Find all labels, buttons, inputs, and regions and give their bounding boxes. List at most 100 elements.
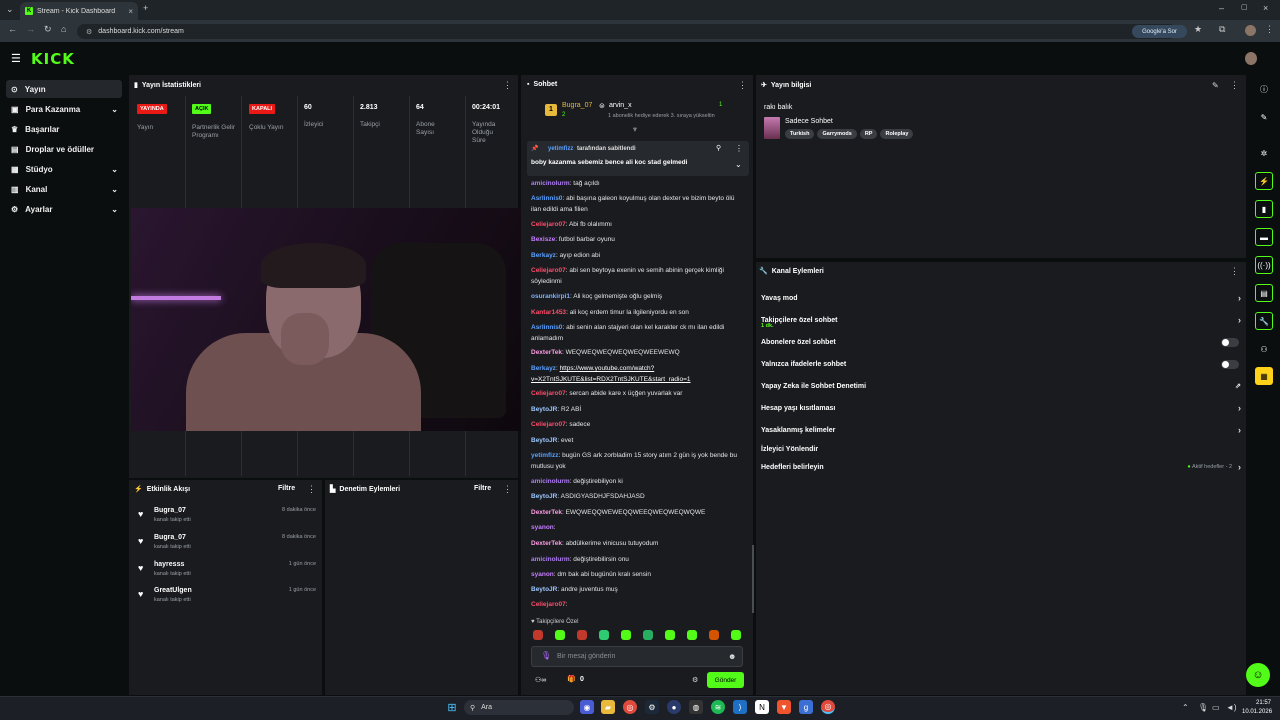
tray-network-icon[interactable]: ▭ [1212, 703, 1220, 712]
expand-chevron-icon[interactable]: ⩔ [633, 126, 637, 134]
microphone-icon[interactable]: 🎙 [541, 651, 551, 660]
rail-bolt-icon[interactable]: ⚡ [1255, 172, 1273, 190]
emote-icon[interactable] [731, 630, 741, 640]
obs-app-icon[interactable]: ◍ [689, 700, 703, 714]
chrome-app-icon[interactable]: ◎ [623, 700, 637, 714]
gift-target[interactable]: arvin_x [609, 102, 632, 109]
tray-volume-icon[interactable]: ◄) [1226, 703, 1237, 712]
chat-username[interactable]: Celiejaro07 [531, 421, 566, 428]
chat-username[interactable]: DexterTek [531, 349, 562, 356]
browser-tab[interactable]: K Stream - Kick Dashboard × [20, 2, 138, 20]
tab-list-chevron-icon[interactable]: ⌄ [6, 4, 14, 15]
chat-username[interactable]: BeytoJR [531, 406, 557, 413]
extensions-icon[interactable]: ⧉ [1219, 24, 1225, 35]
toggle-switch[interactable] [1221, 337, 1239, 347]
vscode-app-icon[interactable]: ⟩ [733, 700, 747, 714]
channel-action-row[interactable]: Takipçilere özel sohbet 1 dk. › [761, 312, 1241, 329]
chat-scrollbar[interactable] [752, 545, 754, 613]
activity-user[interactable]: GreatUlgen [154, 587, 192, 594]
channel-actions-menu-icon[interactable]: ⋮ [1230, 266, 1239, 277]
chat-username[interactable]: amicinolurm [531, 180, 570, 187]
forward-icon[interactable]: → [26, 24, 35, 34]
windows-start-icon[interactable]: ⊞ [445, 700, 459, 714]
activity-user[interactable]: Bugra_07 [154, 534, 186, 541]
gift-icon[interactable]: 🎁 [567, 675, 576, 683]
stats-menu-icon[interactable]: ⋮ [503, 80, 512, 91]
chat-username[interactable]: osurankirpi1 [531, 293, 570, 300]
maximize-icon[interactable]: ▢ [1241, 3, 1248, 11]
stream-tag[interactable]: Turkish [785, 129, 815, 139]
file-explorer-icon[interactable]: ▰ [601, 700, 615, 714]
stream-tag[interactable]: RP [859, 129, 878, 139]
send-button[interactable]: Gönder [707, 672, 744, 688]
chrome-active-icon[interactable]: ◎ [821, 700, 835, 714]
emote-icon[interactable] [621, 630, 631, 640]
chat-input[interactable]: 🎙 Bir mesaj gönderin ☻ [531, 646, 743, 667]
emote-icon[interactable] [709, 630, 719, 640]
activity-user[interactable]: Bugra_07 [154, 507, 186, 514]
sidebar-item-droplar[interactable]: ▤ Droplar ve ödüller [6, 140, 122, 158]
activity-user[interactable]: hayresss [154, 561, 184, 568]
address-input[interactable]: ⚙ dashboard.kick.com/stream [77, 24, 1177, 39]
support-chat-icon[interactable]: ☺ [1246, 663, 1270, 687]
chat-users-icon[interactable]: ⚇∞ [535, 676, 546, 684]
edit-icon[interactable]: ✎ [1255, 108, 1273, 126]
channel-action-row[interactable]: Yavaş mod › [761, 290, 1241, 306]
rail-wrench-icon[interactable]: 🔧 [1255, 312, 1273, 330]
activity-filter-button[interactable]: Filtre [278, 485, 295, 492]
channel-action-row[interactable]: Yalnızca ifadelerle sohbet [761, 356, 1241, 372]
generic-app-icon[interactable]: g [799, 700, 813, 714]
chat-username[interactable]: yetimfizz [531, 452, 558, 459]
app-icon[interactable]: ● [667, 700, 681, 714]
category-name[interactable]: Sadece Sohbet [785, 118, 833, 125]
chat-menu-icon[interactable]: ⋮ [738, 80, 747, 91]
close-tab-icon[interactable]: × [128, 7, 133, 16]
activity-menu-icon[interactable]: ⋮ [307, 484, 316, 495]
chat-username[interactable]: Celiejaro07 [531, 267, 566, 274]
tray-chevron-icon[interactable]: ⌃ [1182, 703, 1189, 712]
new-tab-icon[interactable]: + [143, 3, 148, 13]
minimize-icon[interactable]: – [1219, 3, 1224, 13]
rail-notes-icon[interactable]: ▦ [1255, 367, 1273, 385]
chat-username[interactable]: Celiejaro07 [531, 390, 566, 397]
channel-action-row[interactable]: Hesap yaşı kısıtlaması › [761, 400, 1241, 416]
chat-username[interactable]: BeytoJR [531, 493, 557, 500]
sidebar-item-studyo[interactable]: ▦ Stüdyo ⌄ [6, 160, 122, 178]
rail-chat-icon[interactable]: ▬ [1255, 228, 1273, 246]
browser-menu-icon[interactable]: ⋮ [1265, 24, 1274, 35]
unpin-icon[interactable]: ⚲ [716, 144, 721, 152]
chat-username[interactable]: Celiejaro07 [531, 601, 566, 608]
hamburger-menu-icon[interactable]: ☰ [11, 52, 21, 65]
emote-icon[interactable] [555, 630, 565, 640]
tray-mic-icon[interactable]: 🎙 [1198, 703, 1208, 712]
rail-document-icon[interactable]: ▮ [1255, 200, 1273, 218]
sidebar-item-ayarlar[interactable]: ⚙ Ayarlar ⌄ [6, 200, 122, 218]
clock-time[interactable]: 21:57 [1256, 700, 1271, 706]
emote-icon[interactable] [665, 630, 675, 640]
rail-layout-icon[interactable]: ▤ [1255, 284, 1273, 302]
sidebar-item-basarilar[interactable]: ♛ Başarılar [6, 120, 122, 138]
discord-app-icon[interactable]: ◉ [580, 700, 594, 714]
moderation-filter-button[interactable]: Filtre [474, 485, 491, 492]
chat-username[interactable]: syanon [531, 524, 554, 531]
channel-action-row[interactable]: Yapay Zeka ile Sohbet Denetimi ⇗ [761, 378, 1241, 394]
chat-username[interactable]: DexterTek [531, 540, 562, 547]
channel-action-row[interactable]: Yasaklanmış kelimeler › [761, 422, 1241, 438]
emote-icon[interactable] [643, 630, 653, 640]
sidebar-item-yayin[interactable]: ⊙ Yayın [6, 80, 122, 98]
chat-username[interactable]: amicinolurm [531, 556, 570, 563]
kick-logo[interactable]: KICK [31, 50, 75, 68]
reload-icon[interactable]: ↻ [44, 24, 52, 35]
home-icon[interactable]: ⌂ [61, 24, 66, 34]
stream-tag[interactable]: Garrymods [817, 129, 857, 139]
emote-icon[interactable] [533, 630, 543, 640]
chat-username[interactable]: BeytoJR [531, 586, 557, 593]
stream-preview-video[interactable] [131, 208, 525, 431]
back-icon[interactable]: ← [8, 24, 17, 34]
toggle-switch[interactable] [1221, 359, 1239, 369]
chat-username[interactable]: Celiejaro07 [531, 221, 566, 228]
steam-app-icon[interactable]: ⚙ [645, 700, 659, 714]
bug-icon[interactable]: ✲ [1255, 144, 1273, 162]
sidebar-item-para-kazanma[interactable]: ▣ Para Kazanma ⌄ [6, 100, 122, 118]
pinned-menu-icon[interactable]: ⋮ [735, 144, 743, 153]
